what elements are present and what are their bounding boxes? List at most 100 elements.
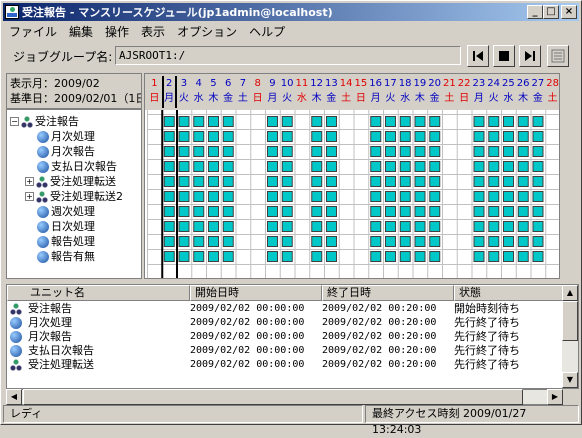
scheduled-day-cell[interactable] <box>208 191 219 202</box>
scheduled-day-cell[interactable] <box>429 176 441 187</box>
scheduled-day-cell[interactable] <box>532 146 544 157</box>
scheduled-day-cell[interactable] <box>163 131 175 142</box>
scheduled-day-cell[interactable] <box>503 161 514 172</box>
scheduled-day-cell[interactable] <box>385 236 396 247</box>
scheduled-day-cell[interactable] <box>370 146 382 157</box>
scheduled-day-cell[interactable] <box>267 146 278 157</box>
scheduled-day-cell[interactable] <box>222 251 234 262</box>
tree-item[interactable]: 月次処理 <box>37 129 95 144</box>
list-horizontal-scrollbar[interactable]: ◀ ▶ <box>6 389 563 405</box>
scheduled-day-cell[interactable] <box>326 116 337 127</box>
scheduled-day-cell[interactable] <box>222 236 234 247</box>
scheduled-day-cell[interactable] <box>193 206 205 217</box>
scheduled-day-cell[interactable] <box>193 131 205 142</box>
scheduled-day-cell[interactable] <box>517 161 529 172</box>
scheduled-day-cell[interactable] <box>399 161 411 172</box>
scheduled-day-cell[interactable] <box>517 191 529 202</box>
scroll-up-icon[interactable]: ▲ <box>562 285 578 301</box>
scheduled-day-cell[interactable] <box>488 116 500 127</box>
scheduled-day-cell[interactable] <box>473 191 485 202</box>
scheduled-day-cell[interactable] <box>311 206 323 217</box>
scheduled-day-cell[interactable] <box>208 146 219 157</box>
scheduled-day-cell[interactable] <box>311 146 323 157</box>
scheduled-day-cell[interactable] <box>532 191 544 202</box>
scheduled-day-cell[interactable] <box>399 221 411 232</box>
menu-operation[interactable]: 操作 <box>99 23 135 40</box>
scheduled-day-cell[interactable] <box>222 146 234 157</box>
scheduled-day-cell[interactable] <box>178 251 190 262</box>
scheduled-day-cell[interactable] <box>208 116 219 127</box>
col-status[interactable]: 状態 <box>454 285 564 301</box>
scheduled-day-cell[interactable] <box>370 161 382 172</box>
scheduled-day-cell[interactable] <box>532 131 544 142</box>
next-month-button[interactable] <box>519 45 541 67</box>
scheduled-day-cell[interactable] <box>414 116 426 127</box>
scheduled-day-cell[interactable] <box>222 191 234 202</box>
scheduled-day-cell[interactable] <box>429 161 441 172</box>
menu-edit[interactable]: 編集 <box>63 23 99 40</box>
scheduled-day-cell[interactable] <box>326 251 337 262</box>
scheduled-day-cell[interactable] <box>429 206 441 217</box>
scheduled-day-cell[interactable] <box>385 176 396 187</box>
tree-item[interactable]: 支払日次報告 <box>37 159 117 174</box>
scheduled-day-cell[interactable] <box>385 116 396 127</box>
hscroll-thumb[interactable] <box>23 389 523 405</box>
scheduled-day-cell[interactable] <box>488 161 500 172</box>
scroll-thumb[interactable] <box>562 301 578 341</box>
scheduled-day-cell[interactable] <box>163 251 175 262</box>
scheduled-day-cell[interactable] <box>222 206 234 217</box>
jobgroup-name-field[interactable]: AJSROOT1:/ <box>115 46 461 65</box>
scheduled-day-cell[interactable] <box>178 221 190 232</box>
list-vertical-scrollbar[interactable]: ▲ ▼ <box>562 285 578 388</box>
scheduled-day-cell[interactable] <box>281 161 293 172</box>
scheduled-day-cell[interactable] <box>267 191 278 202</box>
col-unit-name[interactable]: ユニット名 <box>7 285 190 301</box>
scheduled-day-cell[interactable] <box>399 146 411 157</box>
scheduled-day-cell[interactable] <box>517 146 529 157</box>
scheduled-day-cell[interactable] <box>193 251 205 262</box>
scheduled-day-cell[interactable] <box>473 146 485 157</box>
scheduled-day-cell[interactable] <box>370 251 382 262</box>
scheduled-day-cell[interactable] <box>517 251 529 262</box>
tree-item[interactable]: − 受注報告 <box>10 114 79 129</box>
scheduled-day-cell[interactable] <box>163 161 175 172</box>
scheduled-day-cell[interactable] <box>414 176 426 187</box>
scheduled-day-cell[interactable] <box>208 131 219 142</box>
collapse-icon[interactable]: − <box>10 117 19 126</box>
col-start[interactable]: 開始日時 <box>190 285 322 301</box>
scheduled-day-cell[interactable] <box>488 191 500 202</box>
table-row[interactable]: 月次処理 2009/02/02 00:00:00 2009/02/02 00:20:… <box>7 316 564 330</box>
scheduled-day-cell[interactable] <box>208 206 219 217</box>
scheduled-day-cell[interactable] <box>385 146 396 157</box>
scheduled-day-cell[interactable] <box>385 206 396 217</box>
scheduled-day-cell[interactable] <box>267 221 278 232</box>
scheduled-day-cell[interactable] <box>385 161 396 172</box>
menu-options[interactable]: オプション <box>171 23 243 40</box>
scheduled-day-cell[interactable] <box>326 191 337 202</box>
scheduled-day-cell[interactable] <box>414 236 426 247</box>
scheduled-day-cell[interactable] <box>208 176 219 187</box>
scheduled-day-cell[interactable] <box>429 131 441 142</box>
scheduled-day-cell[interactable] <box>503 221 514 232</box>
expand-icon[interactable]: + <box>25 177 34 186</box>
scheduled-day-cell[interactable] <box>414 191 426 202</box>
scheduled-day-cell[interactable] <box>488 236 500 247</box>
scheduled-day-cell[interactable] <box>193 116 205 127</box>
scheduled-day-cell[interactable] <box>414 161 426 172</box>
scheduled-day-cell[interactable] <box>326 131 337 142</box>
scheduled-day-cell[interactable] <box>503 176 514 187</box>
scheduled-day-cell[interactable] <box>222 176 234 187</box>
scheduled-day-cell[interactable] <box>208 251 219 262</box>
table-row[interactable]: 受注処理転送 2009/02/02 00:00:00 2009/02/02 00:2… <box>7 358 564 372</box>
scheduled-day-cell[interactable] <box>385 251 396 262</box>
scheduled-day-cell[interactable] <box>532 116 544 127</box>
scheduled-day-cell[interactable] <box>429 221 441 232</box>
scheduled-day-cell[interactable] <box>193 221 205 232</box>
scheduled-day-cell[interactable] <box>473 116 485 127</box>
scheduled-day-cell[interactable] <box>267 176 278 187</box>
scheduled-day-cell[interactable] <box>503 236 514 247</box>
scheduled-day-cell[interactable] <box>178 146 190 157</box>
scheduled-day-cell[interactable] <box>178 116 190 127</box>
scheduled-day-cell[interactable] <box>517 176 529 187</box>
scheduled-day-cell[interactable] <box>370 236 382 247</box>
